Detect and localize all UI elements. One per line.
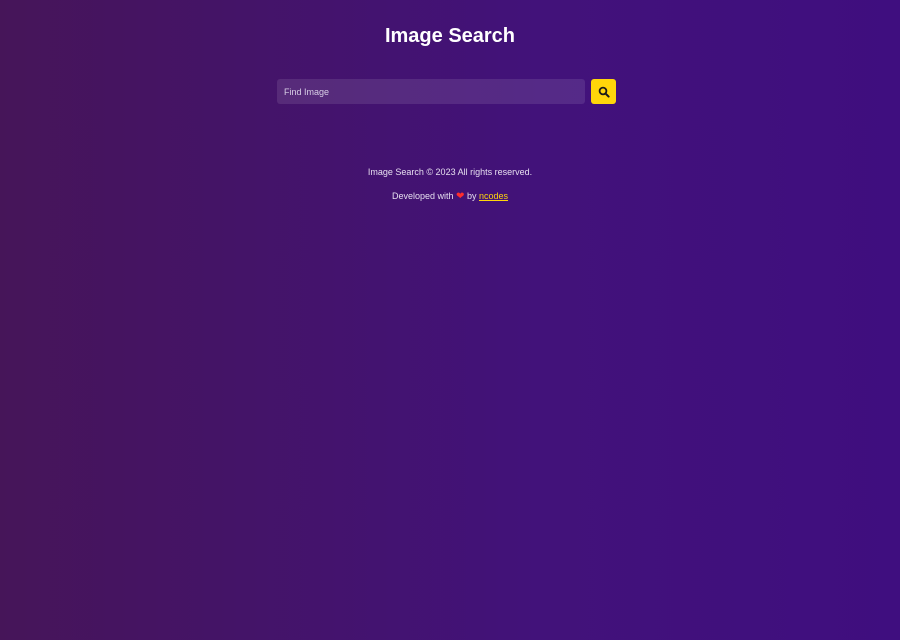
- credit-prefix: Developed with: [391, 191, 454, 201]
- heart-icon: ❤: [456, 191, 465, 202]
- credit-line: Developed with ❤ by ncodes: [0, 190, 900, 203]
- search-icon: [598, 86, 610, 98]
- credit-by: by: [466, 191, 477, 201]
- search-button[interactable]: [591, 79, 616, 104]
- search-bar: [277, 79, 617, 104]
- author-link[interactable]: ncodes: [479, 191, 508, 201]
- page-title: Image Search: [384, 25, 516, 47]
- copyright-text: Image Search © 2023 All rights reserved.: [367, 167, 533, 177]
- search-input[interactable]: [277, 79, 585, 104]
- footer: Image Search © 2023 All rights reserved.…: [0, 166, 900, 203]
